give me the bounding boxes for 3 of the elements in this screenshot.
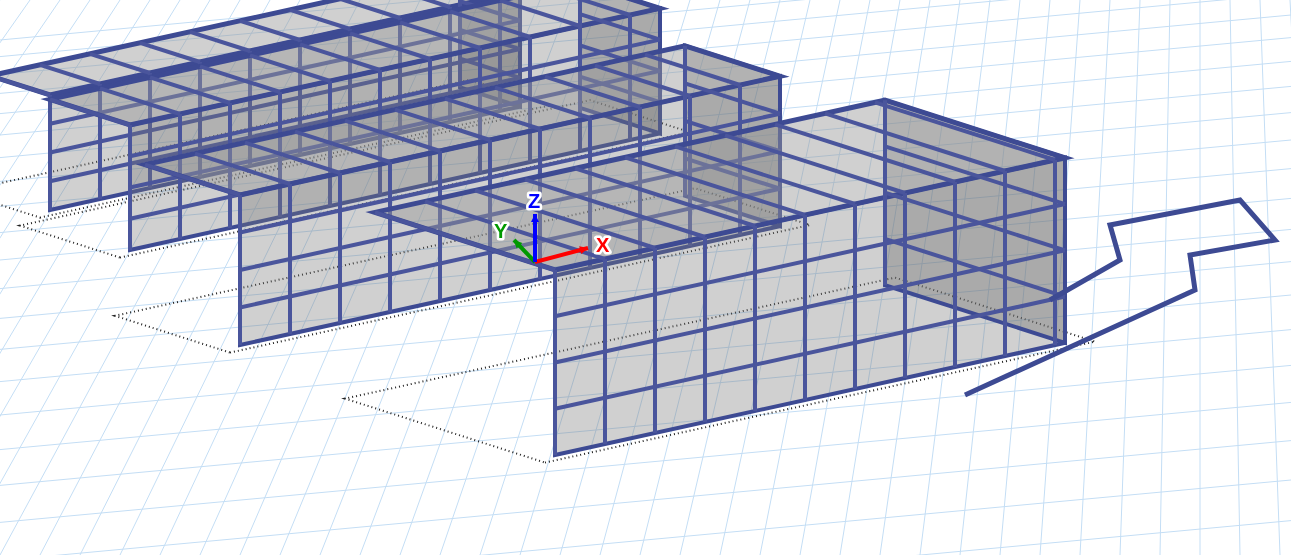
axis-label: Y: [494, 220, 508, 242]
axis-label: X: [596, 234, 610, 256]
axis-label: Z: [528, 190, 541, 212]
